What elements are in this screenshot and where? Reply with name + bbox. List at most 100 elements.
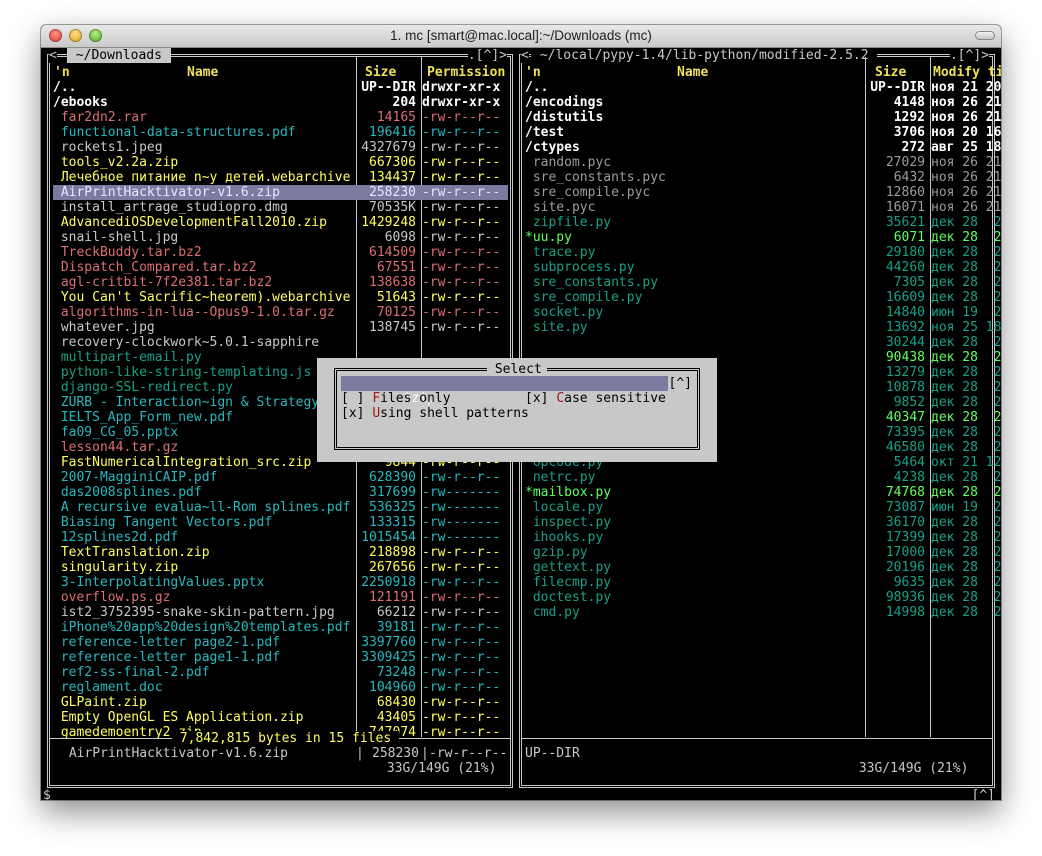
file-row[interactable]: zipfile.py 35621 дек 28 2009	[525, 215, 1001, 230]
file-row[interactable]: overflow.ps.gz 121191 -rw-r--r--	[53, 590, 508, 605]
shell-patterns-box: [x]	[341, 406, 365, 421]
file-row[interactable]: Empty OpenGL ES Application.zip 43405 -rw-…	[53, 710, 508, 725]
file-row[interactable]: TextTranslation.zip 218898 -rw-r--r--	[53, 545, 508, 560]
file-row[interactable]: site.py 13692 ноя 25 18:19	[525, 320, 1001, 335]
file-modify-time: авг 25 18:21	[931, 140, 1001, 155]
file-row[interactable]: You Can't Sacrific~heorem).webarchive 516…	[53, 290, 508, 305]
file-row[interactable]: singularity.zip 267656 -rw-r--r--	[53, 560, 508, 575]
file-row[interactable]: ihooks.py 17399 дек 28 2009	[525, 530, 1001, 545]
file-row[interactable]: gettext.py 20196 дек 28 2009	[525, 560, 1001, 575]
file-row[interactable]: subprocess.py 44260 дек 28 2009	[525, 260, 1001, 275]
file-row[interactable]: recovery-clockwork~5.0.1-sapphire	[53, 335, 508, 350]
file-row[interactable]: GLPaint.zip 68430 -rw-r--r--	[53, 695, 508, 710]
file-row[interactable]: /.. UP--DIR ноя 21 20:12	[525, 80, 1001, 95]
left-sort-indicator[interactable]: 'n	[54, 65, 70, 80]
file-row[interactable]: algorithms-in-lua--Opus9-1.0.tar.gz 70125…	[53, 305, 508, 320]
file-row[interactable]: /encodings 4148 ноя 26 21:36	[525, 95, 1001, 110]
file-row[interactable]: Dispatch_Compared.tar.bz2 67551 -rw-r--r--	[53, 260, 508, 275]
file-row[interactable]: agl-critbit-7f2e381.tar.bz2 138638 -rw-r--…	[53, 275, 508, 290]
file-row[interactable]: /distutils 1292 ноя 26 21:36	[525, 110, 1001, 125]
file-row[interactable]: inspect.py 36170 дек 28 2009	[525, 515, 1001, 530]
file-row[interactable]: ref2-ss-final-2.pdf 73248 -rw-r--r--	[53, 665, 508, 680]
toolbar-toggle-button[interactable]	[975, 31, 995, 40]
file-modify-time: дек 28 2009	[931, 230, 1001, 245]
file-size: 27029	[885, 155, 925, 170]
file-row[interactable]: functional-data-structures.pdf 196416 -rw-…	[53, 125, 508, 140]
right-header-modify-time[interactable]: Modify time	[933, 65, 1001, 80]
left-header-size[interactable]: Size	[365, 65, 396, 80]
file-row[interactable]: random.pyc 27029 ноя 26 21:38	[525, 155, 1001, 170]
file-row[interactable]: locale.py 73087 июн 19 2010	[525, 500, 1001, 515]
file-modify-time: дек 28 2009	[931, 575, 1001, 590]
right-panel-controls[interactable]: .[^]>	[949, 48, 989, 63]
file-row[interactable]: Лечебное питание n~y детей.webarchive 134…	[53, 170, 508, 185]
file-row[interactable]: socket.py 14840 июн 19 2010	[525, 305, 1001, 320]
file-name: recovery-clockwork~5.0.1-sapphire	[53, 335, 320, 350]
right-panel-left-control[interactable]: <	[521, 48, 529, 63]
file-row[interactable]: /.. UP--DIR drwxr-xr-x	[53, 80, 508, 95]
left-panel-controls[interactable]: .[^]>	[467, 48, 507, 63]
file-row[interactable]: iPhone%20app%20design%20templates.pdf 391…	[53, 620, 508, 635]
history-button[interactable]: [^]	[667, 376, 693, 391]
file-row[interactable]: sre_compile.py 16609 дек 28 2009	[525, 290, 1001, 305]
command-prompt[interactable]: $	[43, 788, 51, 800]
file-row[interactable]: 30244 дек 28 2009	[525, 335, 1001, 350]
left-mini-name: AirPrintHacktivator-v1.6.zip	[61, 746, 288, 761]
file-row[interactable]: far2dn2.rar 14165 -rw-r--r--	[53, 110, 508, 125]
file-row[interactable]: site.pyc 16071 ноя 26 21:36	[525, 200, 1001, 215]
file-row[interactable]: AdvancediOSDevelopmentFall2010.zip 142924…	[53, 215, 508, 230]
file-row[interactable]: 3-InterpolatingValues.pptx 2250918 -rw-r--…	[53, 575, 508, 590]
file-row[interactable]: netrc.py 4238 дек 28 2009	[525, 470, 1001, 485]
file-row[interactable]: install_artrage_studiopro.dmg 70535K -rw-r…	[53, 200, 508, 215]
file-name: ist2_3752395-snake-skin-pattern.jpg	[53, 605, 335, 620]
selected-file-row[interactable]: AirPrintHacktivator-v1.6.zip 258230 -rw-r-…	[53, 185, 508, 200]
left-panel-path[interactable]: ~/Downloads	[67, 48, 171, 63]
left-header-permission[interactable]: Permission	[427, 65, 505, 80]
file-row[interactable]: gzip.py 17000 дек 28 2009	[525, 545, 1001, 560]
file-row[interactable]: /ctypes 272 авг 25 18:21	[525, 140, 1001, 155]
file-permission: -rw-r--r--	[422, 215, 501, 230]
file-row[interactable]: ist2_3752395-snake-skin-pattern.jpg 66212…	[53, 605, 508, 620]
file-row[interactable]: cmd.py 14998 дек 28 2009	[525, 605, 1001, 620]
right-panel-path[interactable]: ~/local/pypy-1.4/lib-python/modified-2.5…	[531, 48, 878, 63]
shell-patterns-label: sing shell patterns	[380, 406, 529, 421]
file-row[interactable]: /ebooks 204 drwxr-xr-x	[53, 95, 508, 110]
file-size: 14998	[885, 605, 925, 620]
file-row[interactable]: *uu.py 6071 дек 28 2009	[525, 230, 1001, 245]
file-row[interactable]: A recursive evalua~ll-Rom splines.pdf 536…	[53, 500, 508, 515]
right-header-name[interactable]: Name	[677, 65, 708, 80]
file-size: 6432	[893, 170, 925, 185]
select-dialog: Select *zip [^] [ ] Files only [x] Case …	[317, 358, 717, 462]
file-row[interactable]: doctest.py 98936 дек 28 2009	[525, 590, 1001, 605]
file-row[interactable]: Biasing Tangent Vectors.pdf 133315 -rw----…	[53, 515, 508, 530]
file-row[interactable]: whatever.jpg 138745 -rw-r--r--	[53, 320, 508, 335]
file-row[interactable]: trace.py 29180 дек 28 2009	[525, 245, 1001, 260]
file-row[interactable]: sre_compile.pyc 12860 ноя 26 21:36	[525, 185, 1001, 200]
left-panel-left-control[interactable]: <	[49, 48, 57, 63]
file-row[interactable]: rockets1.jpeg 4327679 -rw-r--r--	[53, 140, 508, 155]
files-only-checkbox[interactable]: [ ] Files only	[341, 391, 451, 406]
file-row[interactable]: filecmp.py 9635 дек 28 2009	[525, 575, 1001, 590]
file-row[interactable]: snail-shell.jpg 6098 -rw-r--r--	[53, 230, 508, 245]
file-name: doctest.py	[525, 590, 612, 605]
command-line-control[interactable]: [^]	[972, 788, 995, 800]
file-row[interactable]: 2007-MagginiCAIP.pdf 628390 -rw-r--r--	[53, 470, 508, 485]
file-row[interactable]: TreckBuddy.tar.bz2 614509 -rw-r--r--	[53, 245, 508, 260]
file-row[interactable]: 12splines2d.pdf 1015454 -rw-------	[53, 530, 508, 545]
select-pattern-input[interactable]: *zip [^]	[341, 376, 693, 406]
shell-patterns-checkbox[interactable]: [x] Using shell patterns	[341, 406, 529, 421]
left-header-name[interactable]: Name	[187, 65, 218, 80]
right-sort-indicator[interactable]: 'n	[525, 65, 541, 80]
file-row[interactable]: /test 3706 ноя 20 16:54	[525, 125, 1001, 140]
right-header-size[interactable]: Size	[875, 65, 906, 80]
case-sensitive-checkbox[interactable]: [x] Case sensitive	[525, 391, 666, 406]
file-row[interactable]: sre_constants.py 7305 дек 28 2009	[525, 275, 1001, 290]
file-row[interactable]: *mailbox.py 74768 дек 28 2009	[525, 485, 1001, 500]
file-row[interactable]: sre_constants.pyc 6432 ноя 26 21:36	[525, 170, 1001, 185]
file-row[interactable]: reglament.doc 104960 -rw-r--r--	[53, 680, 508, 695]
file-modify-time: дек 28 2009	[931, 245, 1001, 260]
file-row[interactable]: reference-letter page2-1.pdf 3397760 -rw-r…	[53, 635, 508, 650]
file-row[interactable]: das2008splines.pdf 317699 -rw-------	[53, 485, 508, 500]
file-row[interactable]: tools_v2.2a.zip 667306 -rw-r--r--	[53, 155, 508, 170]
file-row[interactable]: reference-letter page1-1.pdf 3309425 -rw-r…	[53, 650, 508, 665]
